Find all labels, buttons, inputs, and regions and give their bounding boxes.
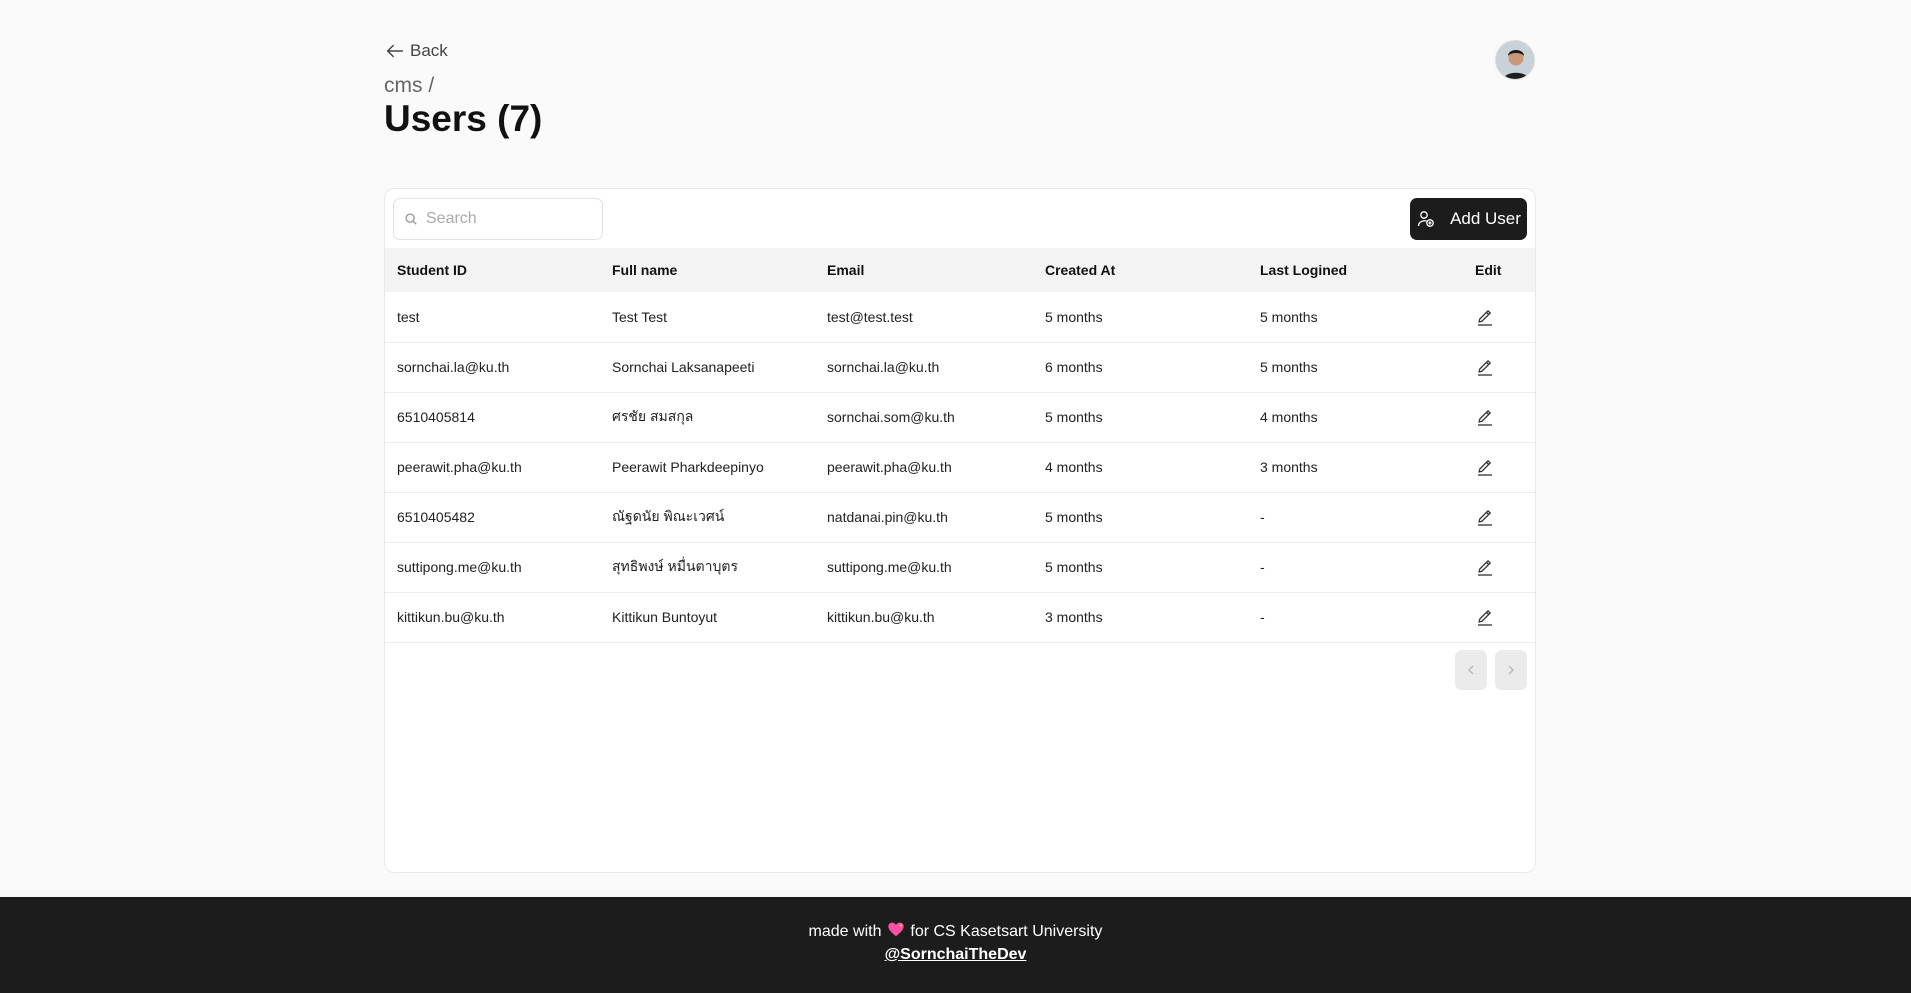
breadcrumb: cms / (384, 74, 435, 97)
add-user-icon (1417, 211, 1434, 227)
edit-icon[interactable] (1475, 557, 1495, 577)
search-box (393, 198, 603, 240)
cell-full-name: ศรชัย สมสกุล (612, 408, 694, 424)
cell-created-at: 5 months (1045, 509, 1103, 525)
cell-student-id: 6510405482 (397, 509, 475, 525)
table-toolbar: Add User (385, 189, 1535, 249)
edit-icon[interactable] (1475, 407, 1495, 427)
back-link[interactable]: Back (384, 40, 448, 62)
cell-email: peerawit.pha@ku.th (827, 459, 952, 475)
cell-full-name: Sornchai Laksanapeeti (612, 359, 755, 375)
column-header-student-id[interactable]: Student ID (385, 248, 600, 292)
table-row: test Test Test test@test.test 5 months 5… (385, 292, 1535, 342)
cell-edit (1463, 542, 1535, 592)
chevron-right-icon (1508, 665, 1515, 675)
avatar[interactable] (1495, 40, 1535, 80)
cell-student-id: sornchai.la@ku.th (397, 359, 510, 375)
chevron-left-icon (1467, 665, 1474, 675)
cell-last-logined: - (1260, 509, 1265, 525)
column-header-full-name[interactable]: Full name (600, 248, 815, 292)
back-label: Back (410, 41, 448, 60)
footer-text-before: made with (808, 923, 882, 940)
table-row: sornchai.la@ku.th Sornchai Laksanapeeti … (385, 342, 1535, 392)
cell-created-at: 4 months (1045, 459, 1103, 475)
author-handle-link[interactable]: @SornchaiTheDev (0, 946, 1911, 964)
cell-edit (1463, 342, 1535, 392)
table-row: 6510405482 ณัฐดนัย พิณะเวศน์ natdanai.pi… (385, 492, 1535, 542)
column-header-created-at[interactable]: Created At (1033, 248, 1248, 292)
edit-icon[interactable] (1475, 457, 1495, 477)
table-row: suttipong.me@ku.th สุทธิพงษ์ หมื่นตาบุตร… (385, 542, 1535, 592)
next-page-button[interactable] (1495, 650, 1527, 690)
cell-created-at: 5 months (1045, 308, 1103, 325)
column-header-last-logined[interactable]: Last Logined (1248, 248, 1463, 292)
cell-last-logined: - (1260, 609, 1265, 625)
cell-full-name: Peerawit Pharkdeepinyo (612, 459, 764, 475)
cell-full-name: Test Test (612, 308, 667, 325)
table-row: peerawit.pha@ku.th Peerawit Pharkdeepiny… (385, 442, 1535, 492)
cell-edit (1463, 292, 1535, 342)
cell-full-name: ณัฐดนัย พิณะเวศน์ (612, 508, 725, 524)
user-avatar-image (1496, 41, 1534, 79)
edit-icon[interactable] (1475, 507, 1495, 527)
column-header-email[interactable]: Email (815, 248, 1033, 292)
prev-page-button[interactable] (1455, 650, 1487, 690)
table-row: 6510405814 ศรชัย สมสกุล sornchai.som@ku.… (385, 392, 1535, 442)
cell-created-at: 3 months (1045, 609, 1103, 625)
cell-last-logined: 5 months (1260, 359, 1318, 375)
add-user-label: Add User (1450, 209, 1521, 228)
column-header-edit: Edit (1475, 262, 1502, 278)
footer-credit: made with for CS Kasetsart University (0, 921, 1911, 941)
cell-last-logined: 3 months (1260, 459, 1318, 475)
cell-student-id: kittikun.bu@ku.th (397, 609, 505, 625)
cell-created-at: 5 months (1045, 409, 1103, 425)
edit-icon[interactable] (1475, 307, 1495, 327)
cell-student-id: 6510405814 (397, 409, 475, 425)
cell-student-id: peerawit.pha@ku.th (397, 459, 522, 475)
cell-email: natdanai.pin@ku.th (827, 509, 948, 525)
users-table: Student ID Full name Email Created At La… (385, 248, 1535, 643)
cell-last-logined: 4 months (1260, 409, 1318, 425)
page-title: Users (7) (384, 98, 543, 139)
search-input[interactable] (426, 210, 596, 228)
cell-email: sornchai.som@ku.th (827, 409, 955, 425)
cell-full-name: Kittikun Buntoyut (612, 609, 718, 625)
cell-email: kittikun.bu@ku.th (827, 609, 935, 625)
cell-email: suttipong.me@ku.th (827, 559, 952, 575)
cell-edit (1463, 392, 1535, 442)
cell-email: sornchai.la@ku.th (827, 359, 940, 375)
table-row: kittikun.bu@ku.th Kittikun Buntoyut kitt… (385, 592, 1535, 642)
cell-last-logined: - (1260, 559, 1265, 575)
cell-edit (1463, 442, 1535, 492)
cell-last-logined: 5 months (1260, 308, 1318, 325)
footer: made with for CS Kasetsart University @S… (0, 897, 1911, 993)
cell-created-at: 6 months (1045, 359, 1103, 375)
cell-full-name: สุทธิพงษ์ หมื่นตาบุตร (612, 558, 738, 574)
arrow-left-icon (386, 44, 404, 58)
cell-student-id: suttipong.me@ku.th (397, 559, 522, 575)
sparkling-heart-icon (886, 921, 906, 941)
edit-icon[interactable] (1475, 357, 1495, 377)
cell-edit (1463, 492, 1535, 542)
pagination (1455, 650, 1527, 690)
edit-icon[interactable] (1475, 607, 1495, 627)
users-table-card: Add User Student ID Full name Email Crea… (384, 188, 1536, 873)
search-icon (405, 213, 417, 225)
cell-email: test@test.test (827, 308, 913, 325)
cell-created-at: 5 months (1045, 559, 1103, 575)
cell-student-id: test (397, 308, 420, 325)
add-user-button[interactable]: Add User (1410, 198, 1527, 240)
table-header-row: Student ID Full name Email Created At La… (385, 248, 1535, 292)
footer-text-after: for CS Kasetsart University (910, 923, 1103, 940)
cell-edit (1463, 592, 1535, 642)
